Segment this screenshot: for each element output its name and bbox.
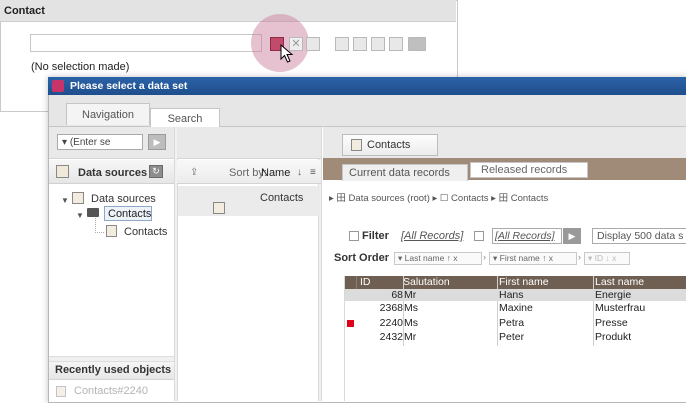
tree-item-data-sources[interactable]: Data sources [91, 193, 156, 205]
recent-item[interactable]: Contacts#2240 [74, 385, 148, 397]
filter-checkbox-2[interactable] [474, 231, 484, 241]
chevron-right-icon: › [384, 252, 387, 262]
list-item-label[interactable]: Contacts [260, 192, 303, 204]
cell-id: 2432 [379, 331, 403, 343]
sort-field-select[interactable]: Name [261, 167, 290, 179]
filter-checkbox[interactable] [349, 231, 359, 241]
display-count-select[interactable]: Display 500 data s [592, 228, 686, 244]
column-header-last-name[interactable]: Last name [595, 276, 644, 289]
folder-icon [87, 208, 99, 217]
refresh-icon[interactable]: ↻ [149, 165, 163, 178]
cell-salutation: Mr [404, 289, 417, 301]
list-toolbar [177, 127, 321, 159]
cell-id: 2240 [379, 317, 403, 329]
dataset-icon [213, 202, 225, 214]
chevron-right-icon: › [483, 252, 486, 262]
expand-arrow-icon[interactable]: ▼ [76, 211, 84, 220]
sort-chip-id[interactable]: ▾ ID ↓ x [584, 252, 630, 265]
cell-salutation: Mr [404, 331, 417, 343]
column-header-id[interactable]: ID [360, 276, 371, 289]
image-preview-icon[interactable] [408, 37, 426, 51]
dataset-icon [351, 139, 362, 151]
menu-icon[interactable]: ≡ [310, 167, 316, 178]
tree-guide-line [95, 218, 104, 233]
cell-first-name: Maxine [499, 302, 533, 314]
expand-arrow-icon[interactable]: ▼ [61, 196, 69, 205]
table-icon [72, 192, 84, 204]
dialog-title[interactable]: Please select a data set [48, 77, 686, 95]
upload-icon[interactable]: ⇪ [190, 167, 198, 178]
chevron-right-icon: › [578, 252, 581, 262]
filter-go-button[interactable]: ▶ [563, 228, 581, 244]
column-header-salutation[interactable]: Salutation [403, 276, 450, 289]
list-icon[interactable] [389, 37, 403, 51]
cell-first-name: Hans [499, 289, 524, 301]
cell-id: 68 [391, 289, 403, 301]
search-select-value: (Enter se [69, 137, 111, 148]
column-header-first-name[interactable]: First name [499, 276, 549, 289]
search-select[interactable]: ▾ (Enter se [57, 134, 143, 150]
breadcrumb[interactable]: ▸ 田 Data sources (root) ▸ ☐ Contacts ▸ 田… [329, 190, 548, 204]
cell-last-name: Musterfrau [595, 302, 646, 314]
recently-used-header: Recently used objects [49, 362, 175, 380]
cell-salutation: Ms [404, 317, 418, 329]
cell-salutation: Ms [404, 302, 418, 314]
contact-panel-title: Contact [0, 0, 456, 22]
tab-search[interactable]: Search [150, 108, 220, 127]
edit-icon[interactable] [335, 37, 349, 51]
cell-first-name: Peter [499, 331, 525, 343]
column-divider [356, 276, 357, 289]
cell-id: 2368 [379, 302, 403, 314]
sort-chip-first-name[interactable]: ▾ First name ↑ x [489, 252, 577, 265]
no-selection-text: (No selection made) [31, 61, 130, 73]
tab-navigation[interactable]: Navigation [66, 103, 150, 125]
data-sources-label: Data sources [78, 167, 148, 179]
dialog-app-icon [52, 80, 64, 92]
dataset-icon [106, 225, 117, 237]
image-icon[interactable] [353, 37, 367, 51]
copy-icon[interactable] [371, 37, 385, 51]
cell-first-name: Petra [499, 317, 525, 329]
tab-released-records[interactable]: Released records [470, 162, 588, 178]
cell-last-name: Produkt [595, 331, 632, 343]
sort-chip-last-name[interactable]: ▾ Last name ↑ x [394, 252, 482, 265]
filter-label: Filter [362, 230, 389, 242]
all-records-link[interactable]: [All Records] [401, 230, 463, 242]
contact-selection-field[interactable] [30, 34, 262, 52]
sort-direction-icon[interactable]: ↓ [297, 167, 302, 178]
filter-search-input[interactable]: [All Records] [492, 228, 562, 244]
dataset-icon [56, 386, 66, 397]
tab-current-data-records[interactable]: Current data records [342, 164, 468, 181]
go-button[interactable]: ▶ [148, 134, 166, 150]
mouse-cursor-icon [280, 44, 294, 63]
table-icon [56, 165, 69, 178]
cell-last-name: Presse [595, 317, 628, 329]
document-icon[interactable] [306, 37, 320, 51]
tree-item-contacts-dataset[interactable]: Contacts [124, 226, 167, 238]
cell-last-name: Energie [595, 289, 632, 301]
tree-item-contacts-folder[interactable]: Contacts [104, 206, 152, 221]
sort-order-label: Sort Order [334, 252, 390, 264]
